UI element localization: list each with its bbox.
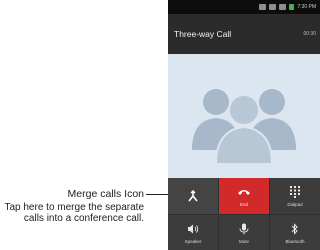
bluetooth-label: Bluetooth <box>285 239 305 244</box>
mute-label: Mute <box>238 239 249 244</box>
speaker-icon <box>186 222 200 236</box>
callout-title: Merge calls Icon <box>67 188 144 200</box>
mute-button[interactable]: Mute <box>219 215 269 250</box>
bluetooth-icon <box>288 222 302 236</box>
call-controls: End Dialpad Speaker Mute Bluetooth <box>168 178 320 250</box>
dialpad-icon <box>288 185 302 199</box>
speaker-button[interactable]: Speaker <box>168 215 218 250</box>
end-call-icon <box>237 185 251 199</box>
speaker-label: Speaker <box>184 239 202 244</box>
callout-description: Tap here to merge the separate calls int… <box>4 202 144 224</box>
call-timer: 00:30 <box>303 31 316 37</box>
mute-icon <box>237 222 251 236</box>
dialpad-label: Dialpad <box>287 202 303 207</box>
wifi-icon <box>269 4 277 10</box>
status-bar: 7:30 PM <box>168 0 320 14</box>
merge-calls-icon <box>186 189 200 203</box>
end-call-button[interactable]: End <box>219 178 269 214</box>
dialpad-button[interactable]: Dialpad <box>270 178 320 214</box>
call-header: Three-way Call 00:30 <box>168 14 320 54</box>
signal-icon <box>279 4 287 10</box>
contact-photo-area <box>168 54 320 178</box>
battery-icon <box>289 4 295 10</box>
bluetooth-button[interactable]: Bluetooth <box>270 215 320 250</box>
phone-screen: 7:30 PM Three-way Call 00:30 End Dialpad… <box>168 0 320 250</box>
end-label: End <box>239 202 248 207</box>
call-title: Three-way Call <box>174 29 232 39</box>
bluetooth-icon <box>259 4 267 10</box>
group-avatar-icon <box>192 89 296 165</box>
merge-calls-button[interactable] <box>168 178 218 214</box>
status-time: 7:30 PM <box>297 4 316 10</box>
